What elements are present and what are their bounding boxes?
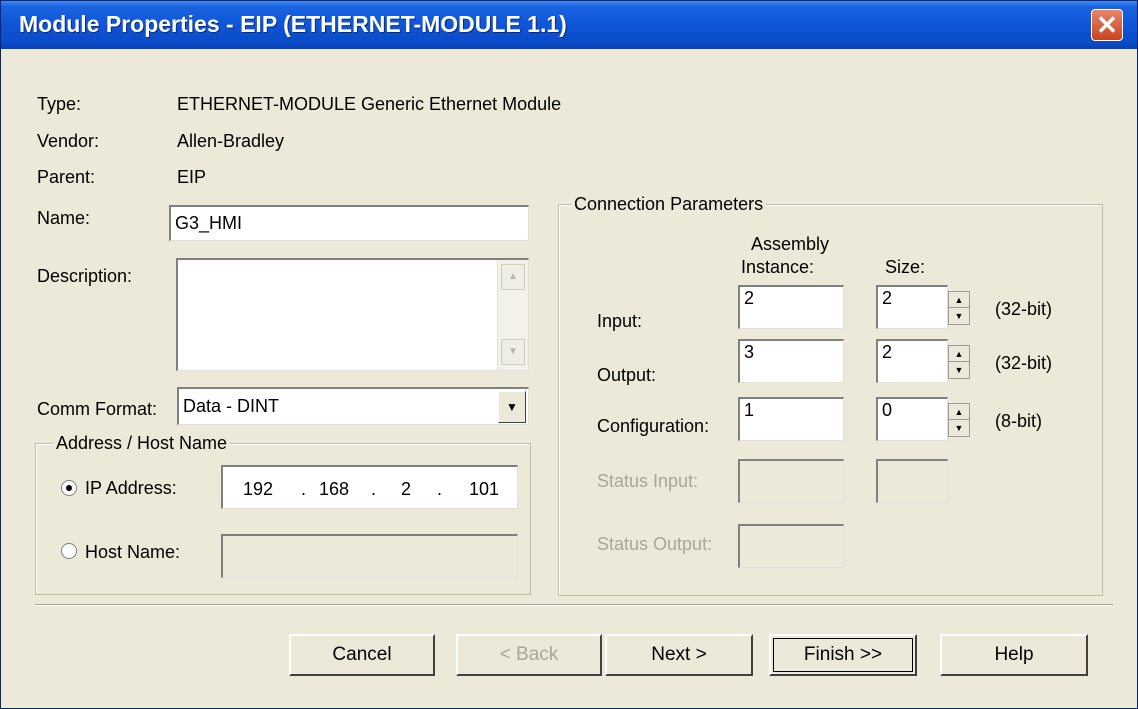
status-input-label: Status Input: xyxy=(597,471,699,491)
scroll-down-icon[interactable]: ▼ xyxy=(501,339,525,365)
status-output-instance-input[interactable] xyxy=(738,524,844,568)
vendor-label: Vendor: xyxy=(37,131,100,151)
ip-octet-3: 2 xyxy=(401,479,412,499)
status-input-instance-input[interactable] xyxy=(738,459,844,503)
configuration-size-input[interactable]: 0 xyxy=(876,397,948,441)
finish-button[interactable]: Finish >> xyxy=(769,634,917,676)
ip-dot: . xyxy=(371,479,377,499)
instance-header: Instance: xyxy=(741,257,815,277)
ip-dot: . xyxy=(437,479,443,499)
name-label: Name: xyxy=(37,208,91,228)
comm-format-value: Data - DINT xyxy=(183,396,280,416)
vendor-value: Allen-Bradley xyxy=(177,131,285,151)
ip-octet-4: 101 xyxy=(469,479,500,499)
help-button[interactable]: Help xyxy=(940,634,1088,676)
parent-value: EIP xyxy=(177,167,207,187)
back-button[interactable]: < Back xyxy=(456,634,602,676)
spin-down-icon[interactable]: ▼ xyxy=(949,308,969,324)
configuration-unit: (8-bit) xyxy=(995,411,1043,431)
spin-up-icon[interactable]: ▲ xyxy=(949,404,969,420)
separator xyxy=(35,604,1113,606)
assembly-header: Assembly xyxy=(751,234,830,254)
host-name-radio[interactable] xyxy=(61,543,77,559)
scroll-up-icon[interactable]: ▲ xyxy=(501,264,525,290)
ip-address-label: IP Address: xyxy=(85,478,177,498)
spin-up-icon[interactable]: ▲ xyxy=(949,292,969,308)
window-title: Module Properties - EIP (ETHERNET-MODULE… xyxy=(19,11,567,37)
close-icon[interactable] xyxy=(1091,9,1123,41)
output-size-input[interactable]: 2 xyxy=(876,339,948,383)
configuration-size-spinner[interactable]: ▲ ▼ xyxy=(948,403,970,437)
description-label: Description: xyxy=(37,266,133,286)
input-label: Input: xyxy=(597,311,643,331)
host-name-input[interactable] xyxy=(221,534,518,578)
input-instance-input[interactable]: 2 xyxy=(738,285,844,329)
chevron-down-icon[interactable]: ▼ xyxy=(498,391,526,423)
output-unit: (32-bit) xyxy=(995,353,1053,373)
module-properties-dialog: Module Properties - EIP (ETHERNET-MODULE… xyxy=(0,0,1138,709)
output-size-spinner[interactable]: ▲ ▼ xyxy=(948,345,970,379)
host-name-label: Host Name: xyxy=(85,542,181,562)
configuration-instance-input[interactable]: 1 xyxy=(738,397,844,441)
address-legend: Address / Host Name xyxy=(53,433,231,454)
type-label: Type: xyxy=(37,94,82,114)
ip-dot: . xyxy=(301,479,307,499)
output-instance-input[interactable]: 3 xyxy=(738,339,844,383)
status-input-size-input[interactable] xyxy=(876,459,948,503)
name-input[interactable]: G3_HMI xyxy=(169,205,529,241)
ip-octet-1: 192 xyxy=(243,479,274,499)
description-scrollbar[interactable]: ▲ ▼ xyxy=(497,260,528,370)
comm-format-label: Comm Format: xyxy=(37,399,158,419)
connection-parameters-legend: Connection Parameters xyxy=(571,194,767,215)
ip-address-input[interactable]: 192 . 168 . 2 . 101 xyxy=(221,465,518,509)
configuration-label: Configuration: xyxy=(597,416,710,436)
spin-down-icon[interactable]: ▼ xyxy=(949,420,969,436)
cancel-button[interactable]: Cancel xyxy=(289,634,435,676)
spin-down-icon[interactable]: ▼ xyxy=(949,362,969,378)
type-value: ETHERNET-MODULE Generic Ethernet Module xyxy=(177,94,562,114)
input-unit: (32-bit) xyxy=(995,299,1053,319)
comm-format-select[interactable]: Data - DINT ▼ xyxy=(177,387,529,425)
ip-octet-2: 168 xyxy=(319,479,350,499)
spin-up-icon[interactable]: ▲ xyxy=(949,346,969,362)
description-textarea[interactable]: ▲ ▼ xyxy=(176,258,529,371)
ip-address-radio[interactable] xyxy=(61,480,77,496)
size-header: Size: xyxy=(885,257,926,277)
input-size-input[interactable]: 2 xyxy=(876,285,948,329)
title-bar[interactable]: Module Properties - EIP (ETHERNET-MODULE… xyxy=(1,1,1137,49)
next-button[interactable]: Next > xyxy=(605,634,753,676)
status-output-label: Status Output: xyxy=(597,534,713,554)
input-size-spinner[interactable]: ▲ ▼ xyxy=(948,291,970,325)
output-label: Output: xyxy=(597,365,657,385)
parent-label: Parent: xyxy=(37,167,96,187)
